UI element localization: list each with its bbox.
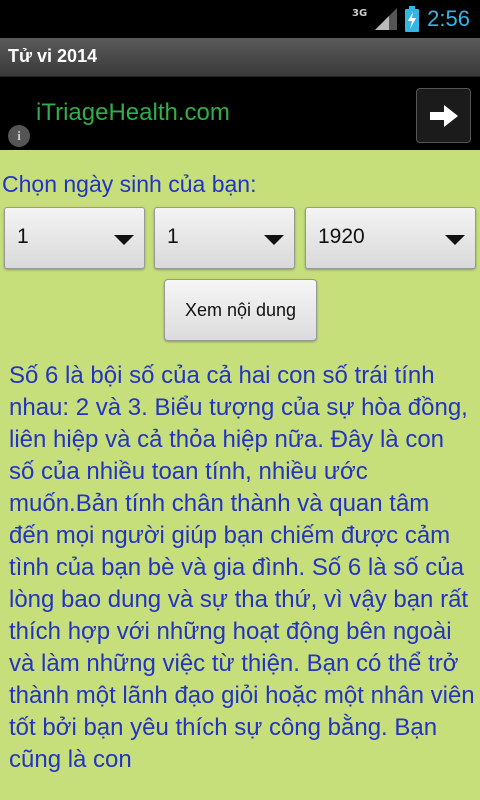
year-value: 1920 [318, 225, 365, 248]
chevron-down-icon [445, 235, 465, 245]
status-bar: 3G 2:56 [0, 0, 480, 38]
chevron-down-icon [114, 235, 134, 245]
app-title-bar: Tử vi 2014 [0, 38, 480, 77]
ad-info-icon[interactable]: i [8, 125, 30, 147]
day-value: 1 [17, 225, 29, 248]
birthdate-label: Chọn ngày sinh của bạn: [2, 171, 257, 197]
month-value: 1 [167, 225, 179, 248]
ad-arrow-button[interactable] [416, 88, 471, 143]
battery-charging-icon [405, 6, 420, 32]
app-title: Tử vi 2014 [8, 46, 98, 66]
network-type: 3G [352, 7, 368, 19]
arrow-right-icon [429, 104, 458, 127]
signal-icon [375, 8, 398, 30]
view-content-button[interactable]: Xem nội dung [164, 279, 317, 341]
ad-banner[interactable]: iTriageHealth.com [0, 77, 480, 150]
status-icons: 3G 2:56 [352, 4, 470, 34]
day-select[interactable]: 1 [4, 207, 145, 269]
month-select[interactable]: 1 [154, 207, 295, 269]
clock: 2:56 [427, 6, 470, 31]
horoscope-text: Số 6 là bội số của cả hai con số trái tí… [9, 362, 475, 773]
ad-text[interactable]: iTriageHealth.com [36, 99, 230, 127]
chevron-down-icon [264, 235, 284, 245]
year-select[interactable]: 1920 [305, 207, 476, 269]
